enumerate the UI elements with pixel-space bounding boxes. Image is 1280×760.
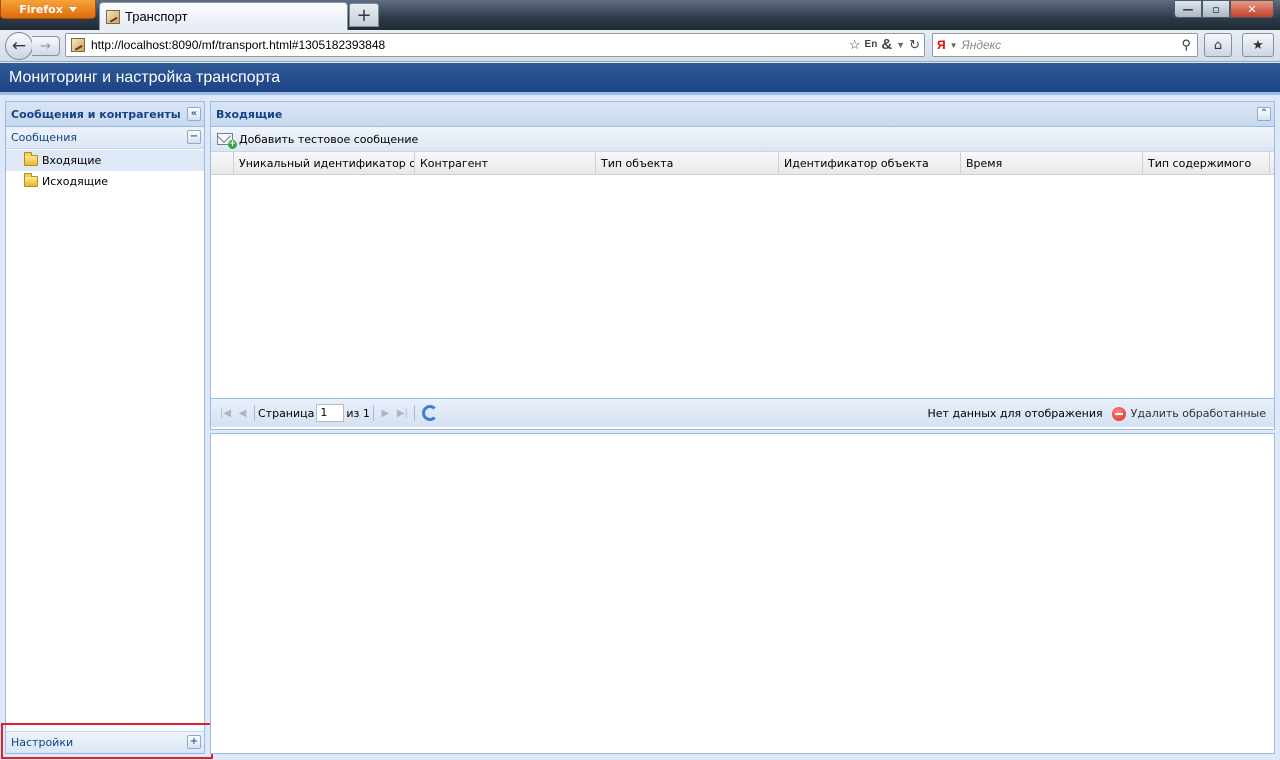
chevron-down-icon [68, 6, 77, 12]
west-panel: Сообщения и контрагенты « Сообщения − Вх… [5, 101, 205, 754]
pager-right-group: Нет данных для отображения Удалить обраб… [928, 399, 1266, 428]
firefox-menu-button[interactable]: Firefox [0, 0, 96, 19]
last-page-button[interactable]: ▶| [394, 405, 411, 422]
address-bar-icons: ☆ En & ▼ ↻ [849, 36, 920, 53]
column-header-object-id[interactable]: Идентификатор объекта [779, 152, 961, 175]
address-url: http://localhost:8090/mf/transport.html#… [91, 38, 386, 52]
tab-title: Транспорт [125, 9, 188, 24]
search-placeholder: Яндекс [961, 38, 1002, 52]
forward-button[interactable]: → [32, 36, 60, 56]
messages-section-title: Сообщения [11, 131, 78, 144]
pager-empty-message: Нет данных для отображения [927, 407, 1103, 420]
home-icon: ⌂ [1213, 37, 1223, 53]
pager-separator [372, 405, 374, 421]
incoming-panel-title: Входящие [216, 107, 283, 121]
mail-add-icon [217, 133, 237, 149]
west-panel-header: Сообщения и контрагенты « [6, 102, 204, 127]
tree-item-label: Исходящие [42, 175, 109, 188]
grid-toolbar: Добавить тестовое сообщение [211, 127, 1274, 152]
paging-toolbar: |◀ ◀ Страница 1 из 1 ▶ ▶| Нет данных для… [211, 398, 1274, 427]
reload-icon[interactable]: ↻ [909, 37, 920, 53]
refresh-icon[interactable] [421, 405, 438, 421]
browser-tab-active[interactable]: Транспорт [99, 2, 348, 30]
ampersand-addon-icon[interactable]: & [881, 36, 892, 53]
tree-item-incoming[interactable]: Входящие [6, 150, 204, 171]
grid-header: Уникальный идентификатор сообщения Контр… [211, 152, 1274, 175]
app-title: Мониторинг и настройка транспорта [9, 68, 281, 86]
first-page-button[interactable]: |◀ [217, 405, 234, 422]
delete-processed-button[interactable]: Удалить обработанные [1108, 406, 1266, 421]
pager-separator [254, 405, 255, 421]
pager-separator [413, 405, 415, 421]
maximize-button[interactable]: ▫ [1202, 0, 1230, 18]
column-header-object-type[interactable]: Тип объекта [596, 152, 779, 175]
column-header-message-id[interactable]: Уникальный идентификатор сообщения [234, 152, 415, 175]
grid-row-numberer-header [211, 152, 234, 175]
tree-item-outgoing[interactable]: Исходящие [6, 171, 204, 192]
browser-navbar: ← → http://localhost:8090/mf/transport.h… [0, 30, 1280, 62]
translate-icon[interactable]: En [865, 39, 878, 50]
collapse-grid-button[interactable]: ⌃ [1257, 107, 1271, 121]
grid-body[interactable] [211, 175, 1274, 398]
search-icon[interactable]: ⚲ [1181, 37, 1191, 53]
page-number-input[interactable]: 1 [316, 404, 345, 422]
forward-arrow-icon: → [40, 38, 51, 54]
back-arrow-icon: ← [11, 36, 27, 56]
close-window-button[interactable]: ✕ [1230, 0, 1274, 18]
double-chevron-left-icon: « [190, 108, 198, 119]
folder-icon [24, 152, 38, 166]
search-bar[interactable]: Я ▼ Яндекс ⚲ [932, 33, 1198, 57]
minus-icon: − [189, 131, 199, 142]
collapse-messages-button[interactable]: − [187, 130, 201, 144]
add-test-message-button[interactable]: Добавить тестовое сообщение [217, 132, 419, 149]
west-panel-title: Сообщения и контрагенты [11, 107, 181, 121]
collapse-west-button[interactable]: « [187, 107, 201, 121]
window-controls: — ▫ ✕ [1174, 0, 1274, 18]
dropdown-arrow-icon[interactable]: ▼ [896, 40, 905, 50]
bookmarks-star-icon: ★ [1252, 37, 1264, 53]
page-favicon-icon [106, 9, 120, 24]
search-engine-dropdown-icon[interactable]: ▼ [950, 41, 958, 50]
double-chevron-up-icon: ⌃ [1259, 108, 1269, 119]
add-test-message-label: Добавить тестовое сообщение [239, 132, 419, 146]
bookmark-star-icon[interactable]: ☆ [849, 37, 861, 53]
page-label: Страница [258, 406, 315, 420]
yandex-logo-icon[interactable]: Я [937, 38, 946, 52]
settings-highlight-box [1, 723, 213, 759]
incoming-panel-header: Входящие ⌃ [211, 102, 1274, 127]
address-bar[interactable]: http://localhost:8090/mf/transport.html#… [65, 33, 925, 57]
browser-titlebar: Firefox Транспорт + — ▫ ✕ [0, 0, 1280, 30]
prev-page-icon: ◀ [238, 407, 247, 419]
bookmarks-button[interactable]: ★ [1242, 33, 1274, 57]
messages-tree: Входящие Исходящие [6, 149, 204, 192]
column-header-counterparty[interactable]: Контрагент [415, 152, 596, 175]
message-detail-panel [210, 433, 1275, 754]
firefox-menu-label: Firefox [19, 2, 63, 16]
new-tab-button[interactable]: + [349, 3, 379, 27]
delete-processed-label: Удалить обработанные [1130, 407, 1266, 420]
app-header: Мониторинг и настройка транспорта [0, 63, 1280, 95]
home-button[interactable]: ⌂ [1204, 33, 1232, 57]
minimize-button[interactable]: — [1174, 0, 1202, 18]
page-total-label: из 1 [346, 406, 370, 420]
delete-icon [1111, 406, 1126, 421]
tree-item-label: Входящие [42, 154, 102, 167]
last-page-icon: ▶| [396, 407, 408, 419]
next-page-button[interactable]: ▶ [377, 405, 394, 422]
first-page-icon: |◀ [219, 407, 232, 419]
column-header-time[interactable]: Время [961, 152, 1143, 175]
back-button[interactable]: ← [5, 32, 33, 60]
folder-icon [24, 173, 38, 187]
column-header-content-type[interactable]: Тип содержимого [1143, 152, 1270, 175]
prev-page-button[interactable]: ◀ [234, 405, 251, 422]
next-page-icon: ▶ [381, 407, 390, 419]
messages-section-header[interactable]: Сообщения − [6, 127, 204, 149]
site-identity-icon [71, 38, 85, 52]
back-forward-group: ← → [5, 32, 61, 60]
incoming-grid-panel: Входящие ⌃ Добавить тестовое сообщение У… [210, 101, 1275, 430]
